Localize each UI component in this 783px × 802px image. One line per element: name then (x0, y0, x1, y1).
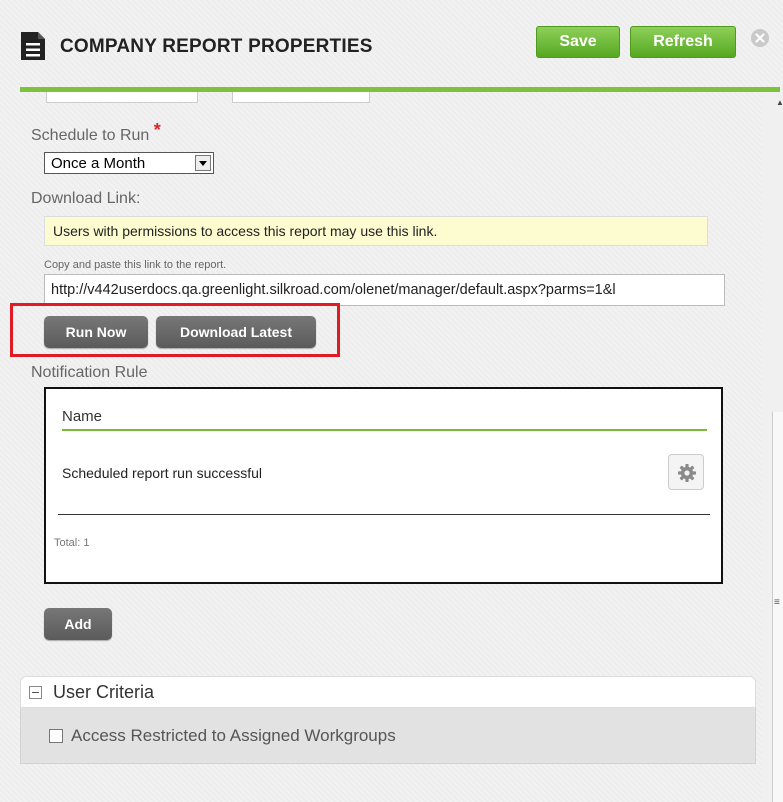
schedule-label: Schedule to Run * (31, 120, 161, 145)
schedule-selected-value: Once a Month (51, 155, 146, 172)
info-message-text: Users with permissions to access this re… (53, 223, 438, 239)
row-divider (58, 514, 710, 515)
info-message: Users with permissions to access this re… (44, 216, 708, 246)
scroll-up-icon[interactable]: ▲ (776, 98, 783, 107)
schedule-label-text: Schedule to Run (31, 127, 150, 144)
row-settings-button[interactable] (668, 454, 704, 490)
user-criteria-title: User Criteria (53, 682, 155, 702)
grid-total: Total: 1 (54, 537, 90, 549)
highlight-annotation (10, 303, 340, 357)
restrict-workgroups-label[interactable]: Access Restricted to Assigned Workgroups (71, 726, 396, 746)
refresh-button[interactable]: Refresh (630, 26, 736, 58)
previous-field-stub[interactable] (232, 92, 370, 103)
chevron-down-icon[interactable] (195, 155, 211, 171)
notification-grid: Name Scheduled report run successful Tot… (44, 387, 723, 584)
restrict-workgroups-checkbox[interactable] (49, 729, 63, 743)
table-row[interactable]: Scheduled report run successful (62, 465, 262, 481)
download-link-input[interactable] (44, 274, 725, 306)
grip-icon: ≡ (774, 597, 780, 608)
user-criteria-header[interactable]: User Criteria (20, 676, 756, 708)
gear-icon (678, 464, 696, 482)
notification-rule-label: Notification Rule (31, 364, 148, 381)
required-marker: * (153, 120, 161, 140)
document-icon (21, 32, 45, 60)
user-criteria-body: Access Restricted to Assigned Workgroups (20, 708, 756, 764)
close-icon[interactable] (750, 28, 770, 48)
add-notification-button[interactable]: Add (44, 608, 112, 640)
collapse-icon[interactable] (29, 686, 42, 699)
column-header-name[interactable]: Name (62, 408, 102, 425)
header-rule (62, 429, 707, 431)
scroll-thumb[interactable]: ≡ (772, 412, 783, 802)
link-hint: Copy and paste this link to the report. (44, 259, 227, 271)
page-title: COMPANY REPORT PROPERTIES (60, 36, 373, 57)
schedule-select[interactable]: Once a Month (44, 152, 214, 174)
previous-field-stub[interactable] (46, 92, 198, 103)
download-link-label: Download Link: (31, 190, 141, 207)
save-button[interactable]: Save (536, 26, 620, 58)
dialog-header: COMPANY REPORT PROPERTIES Save Refresh (0, 0, 783, 92)
vertical-scrollbar[interactable]: ▲ ≡ (762, 92, 783, 802)
